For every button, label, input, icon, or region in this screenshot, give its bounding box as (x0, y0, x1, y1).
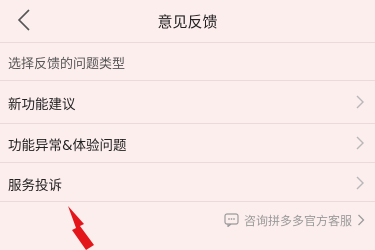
chevron-right-icon (356, 95, 364, 109)
option-label: 新功能建议 (8, 97, 76, 113)
option-label: 功能异常&体验问题 (8, 138, 127, 154)
divider (0, 201, 375, 202)
option-service-complaint[interactable]: 服务投诉 (0, 163, 375, 203)
option-function-issue[interactable]: 功能异常&体验问题 (0, 123, 375, 163)
red-arrow-annotation (68, 206, 94, 250)
chevron-right-icon (356, 136, 364, 150)
divider (0, 80, 375, 81)
official-support-link[interactable]: 咨询拼多多官方客服 (224, 211, 365, 229)
header-divider (0, 42, 375, 43)
nav-header: 意见反馈 (0, 0, 375, 42)
page-title: 意见反馈 (157, 13, 218, 31)
chat-icon (224, 213, 239, 227)
chevron-right-icon (358, 214, 365, 226)
chevron-right-icon (356, 176, 364, 190)
option-label: 服务投诉 (8, 178, 62, 194)
option-new-feature[interactable]: 新功能建议 (0, 82, 375, 122)
section-label: 选择反馈的问题类型 (8, 57, 126, 72)
support-label: 咨询拼多多官方客服 (243, 213, 352, 228)
